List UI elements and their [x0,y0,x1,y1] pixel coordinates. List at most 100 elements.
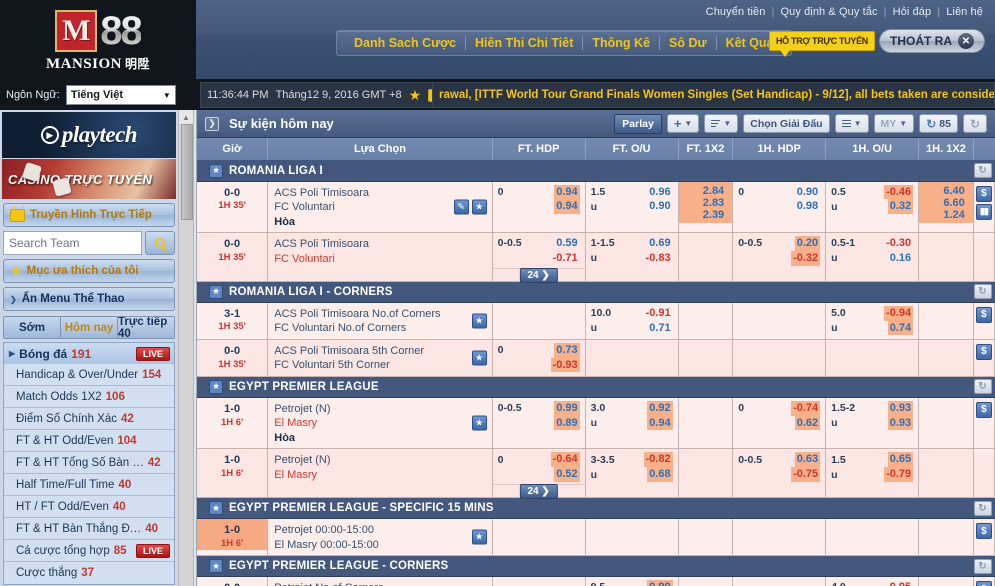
collapse-icon[interactable]: ❯ [205,116,219,131]
col-ft-1x2[interactable]: FT. 1X2 [678,138,734,161]
odds-under[interactable]: -0.79 [884,467,914,483]
odds-away[interactable]: -0.71 [551,251,580,266]
odds-1x2-value[interactable]: 6.40 [919,185,967,197]
sidebar-market-item[interactable]: Half Time/Full Time 40 [4,474,174,496]
odds-over[interactable]: -0.95 [884,580,913,586]
odds-line[interactable]: u 0.74 [831,320,914,336]
star-icon[interactable]: ★ [209,501,223,516]
odds-home[interactable]: 0.99 [554,400,580,416]
odds-over[interactable]: -0.30 [884,236,913,251]
language-select[interactable]: Tiếng Việt ▼ [65,85,176,105]
odds-1x2-value[interactable]: 2.84 [679,185,727,197]
odds-under[interactable]: 0.74 [887,320,914,336]
banner-casino[interactable]: CASINO TRỰC TUYẾN [2,159,176,199]
refresh-icon[interactable]: ↻ [973,500,992,516]
manual-refresh-button[interactable]: ↻ [962,114,987,133]
odds-line[interactable]: 0.98 [738,199,820,214]
dollar-icon[interactable]: $ [975,306,992,323]
nav-detail-view[interactable]: Hiên Thi Chi Tiêt [466,36,582,50]
odds-line[interactable]: 0.94 [498,199,580,215]
star-icon[interactable]: ★ [209,163,223,178]
sidebar-market-item[interactable]: HT / FT Odd/Even 40 [4,496,174,518]
util-link-transfer[interactable]: Chuyển tiền [706,6,766,18]
odds-line[interactable]: 0.89 [498,415,580,431]
odds-under[interactable]: 0.16 [888,251,913,266]
odds-line[interactable]: 0 -0.64 [498,452,580,468]
odds-over[interactable]: 0.93 [887,400,914,416]
odds-away[interactable]: 0.52 [554,467,580,483]
scroll-up-icon[interactable]: ▲ [179,110,193,124]
odds-1x2-value[interactable]: 2.39 [679,209,727,221]
odds-home[interactable]: 0.59 [554,236,579,251]
odds-under[interactable]: 0.90 [647,199,672,214]
sidebar-market-item[interactable]: FT & HT Odd/Even 104 [4,430,174,452]
odds-line[interactable]: u 0.71 [591,321,673,336]
odds-away[interactable]: -0.93 [550,357,580,373]
refresh-icon[interactable]: ↻ [973,558,992,574]
tab-today[interactable]: Hôm nay [61,317,118,338]
odds-line[interactable]: 3-3.5 -0.82 [591,452,673,468]
sort-button[interactable]: ▼ [704,114,739,133]
odds-line[interactable]: 9.5 0.90 [591,580,673,586]
more-markets-button[interactable]: 24 ❯ [519,484,558,500]
odds-home[interactable]: -0.74 [791,400,821,416]
odds-line[interactable]: 3.0 0.92 [591,400,673,416]
dollar-icon[interactable]: $ [975,523,992,540]
league-select-button[interactable]: Chọn Giải Đấu [743,114,830,133]
star-icon[interactable]: ★ [209,284,223,299]
odds-home[interactable]: -0.64 [550,452,580,468]
banner-playtech[interactable]: ▶ playtech [2,112,176,158]
odds-line[interactable]: u 0.90 [591,199,673,214]
refresh-icon[interactable]: ↻ [973,379,992,395]
odds-home[interactable]: 0.90 [795,185,820,200]
star-icon[interactable]: ★ [471,313,487,329]
view-mode-button[interactable]: ▼ [834,114,869,133]
odds-line[interactable]: -0.71 [498,251,580,266]
odds-line[interactable]: u 0.93 [831,415,914,431]
nav-balance[interactable]: Sô Dư [660,36,716,50]
odds-line[interactable]: 0-0.5 0.20 [738,236,821,251]
chart-icon[interactable]: ▮▮ [975,203,992,220]
search-input[interactable]: Search Team [3,231,142,255]
odds-line[interactable]: 0.5-1 -0.30 [831,236,913,251]
add-button[interactable]: + ▼ [666,114,700,133]
refresh-icon[interactable]: ↻ [973,163,992,178]
col-time[interactable]: Giờ [197,138,269,161]
odds-line[interactable]: 4.0 -0.95 [831,580,913,586]
odds-over[interactable]: 0.65 [887,452,914,468]
col-1h-hdp[interactable]: 1H. HDP [732,138,827,161]
odds-1x2-value[interactable]: 6.60 [919,197,967,209]
odds-over[interactable]: -0.82 [643,452,673,468]
auto-refresh-button[interactable]: ↻ 85 [919,114,958,133]
col-selection[interactable]: Lựa Chọn [267,138,493,161]
odds-home[interactable]: 0.94 [554,184,580,200]
odds-line[interactable]: 1.5 0.65 [831,452,914,468]
util-link-rules[interactable]: Quy định & Quy tắc [780,6,877,18]
star-icon[interactable]: ★ [471,529,487,545]
search-button[interactable] [145,231,175,255]
odds-line[interactable]: 0.62 [738,415,821,431]
odds-over[interactable]: 0.69 [647,236,672,251]
odds-line[interactable]: 0-0.5 0.63 [738,452,821,468]
odds-line[interactable]: 0 0.90 [738,185,820,200]
col-ft-ou[interactable]: FT. O/U [585,138,679,161]
odds-line[interactable]: 0.52 [498,467,580,483]
odds-over[interactable]: 0.92 [647,400,673,416]
odds-away[interactable]: -0.75 [791,467,821,483]
odds-line[interactable]: 0 0.73 [498,342,580,358]
odds-1x2-value[interactable]: 1.24 [919,209,967,221]
favorites-button[interactable]: ★ Mục ưa thích của tôi [3,259,175,283]
odds-under[interactable]: 0.32 [887,199,914,215]
sidebar-scrollbar[interactable]: ▲ [178,110,194,586]
odds-line[interactable]: 5.0 -0.94 [831,305,914,321]
sidebar-sport-football[interactable]: ▶ Bóng đá 191 LIVE [3,342,175,364]
odds-under[interactable]: 0.94 [647,415,673,431]
sidebar-market-item[interactable]: Handicap & Over/Under 154 [4,364,174,386]
odds-line[interactable]: u 0.68 [591,467,673,483]
odds-away[interactable]: 0.98 [795,199,820,214]
odds-over[interactable]: -0.94 [884,305,914,321]
col-1h-1x2[interactable]: 1H. 1X2 [918,138,974,161]
odds-away[interactable]: 0.89 [554,415,580,431]
site-logo[interactable]: M 88 MANSION 明陞 [0,0,196,80]
parlay-button[interactable]: Parlay [614,113,662,134]
